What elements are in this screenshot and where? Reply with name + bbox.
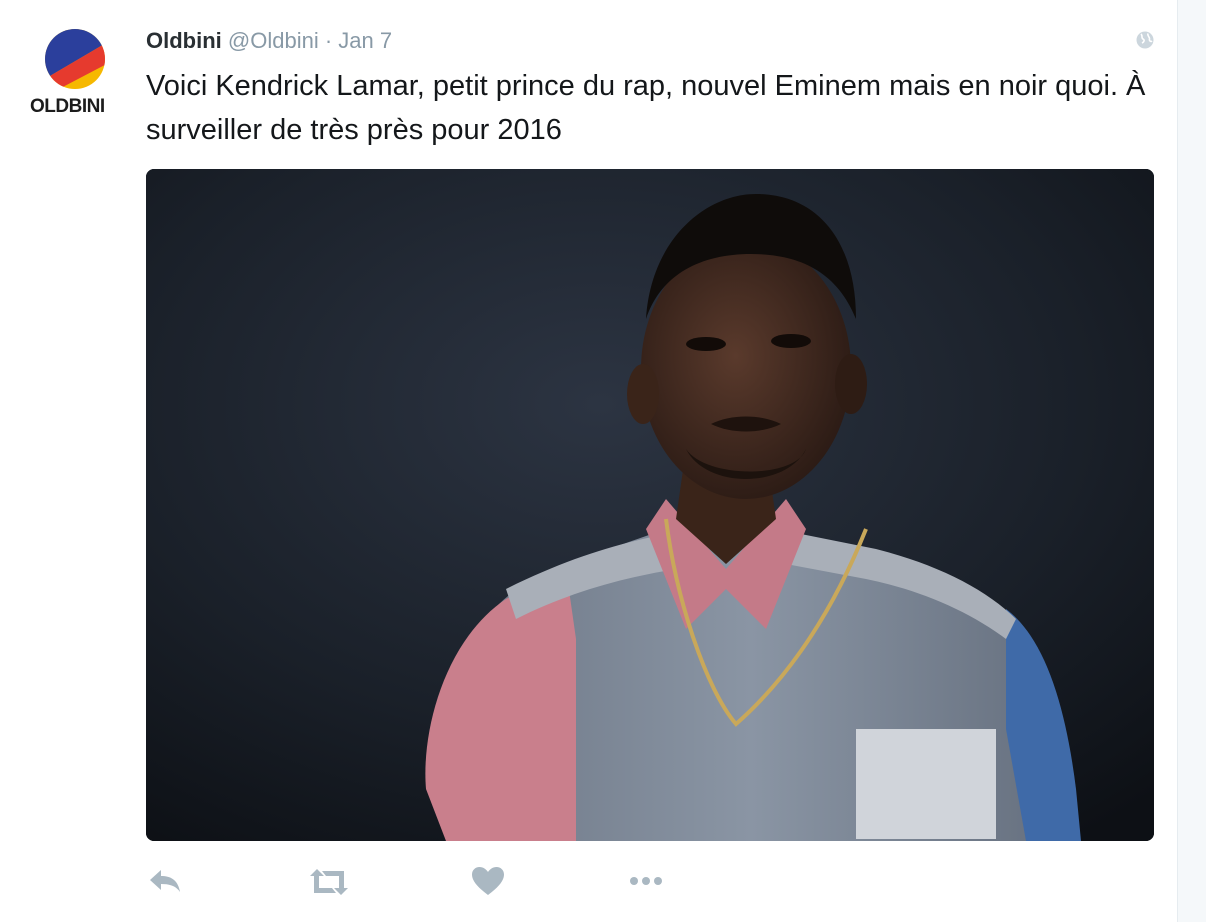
separator-dot: · (324, 28, 333, 53)
page: OLDBINI Oldbini @Oldbini · Jan 7 Voici K… (0, 0, 1206, 922)
retweet-button[interactable] (306, 862, 352, 902)
more-button[interactable] (626, 862, 666, 902)
more-icon (630, 877, 662, 885)
retweet-icon (310, 869, 348, 895)
heart-icon (472, 867, 504, 895)
like-button[interactable] (468, 862, 508, 902)
globe-icon (1135, 30, 1155, 50)
reply-button[interactable] (146, 862, 186, 902)
reply-icon (150, 870, 180, 892)
scrollbar-track[interactable] (1177, 0, 1206, 922)
tweet-header: Oldbini @Oldbini · Jan 7 (146, 28, 392, 54)
tweet-text: Voici Kendrick Lamar, petit prince du ra… (146, 70, 1146, 146)
tweet-date-link[interactable]: Jan 7 (338, 28, 392, 53)
avatar-wordmark: OLDBINI (30, 96, 105, 117)
tweet-photo[interactable] (146, 169, 1154, 841)
photo-portrait-icon (146, 169, 1154, 841)
avatar[interactable]: OLDBINI (28, 28, 128, 128)
username-handle[interactable]: @Oldbini (228, 28, 319, 53)
display-name[interactable]: Oldbini (146, 28, 222, 53)
tweet-card[interactable]: OLDBINI Oldbini @Oldbini · Jan 7 Voici K… (0, 0, 1176, 922)
